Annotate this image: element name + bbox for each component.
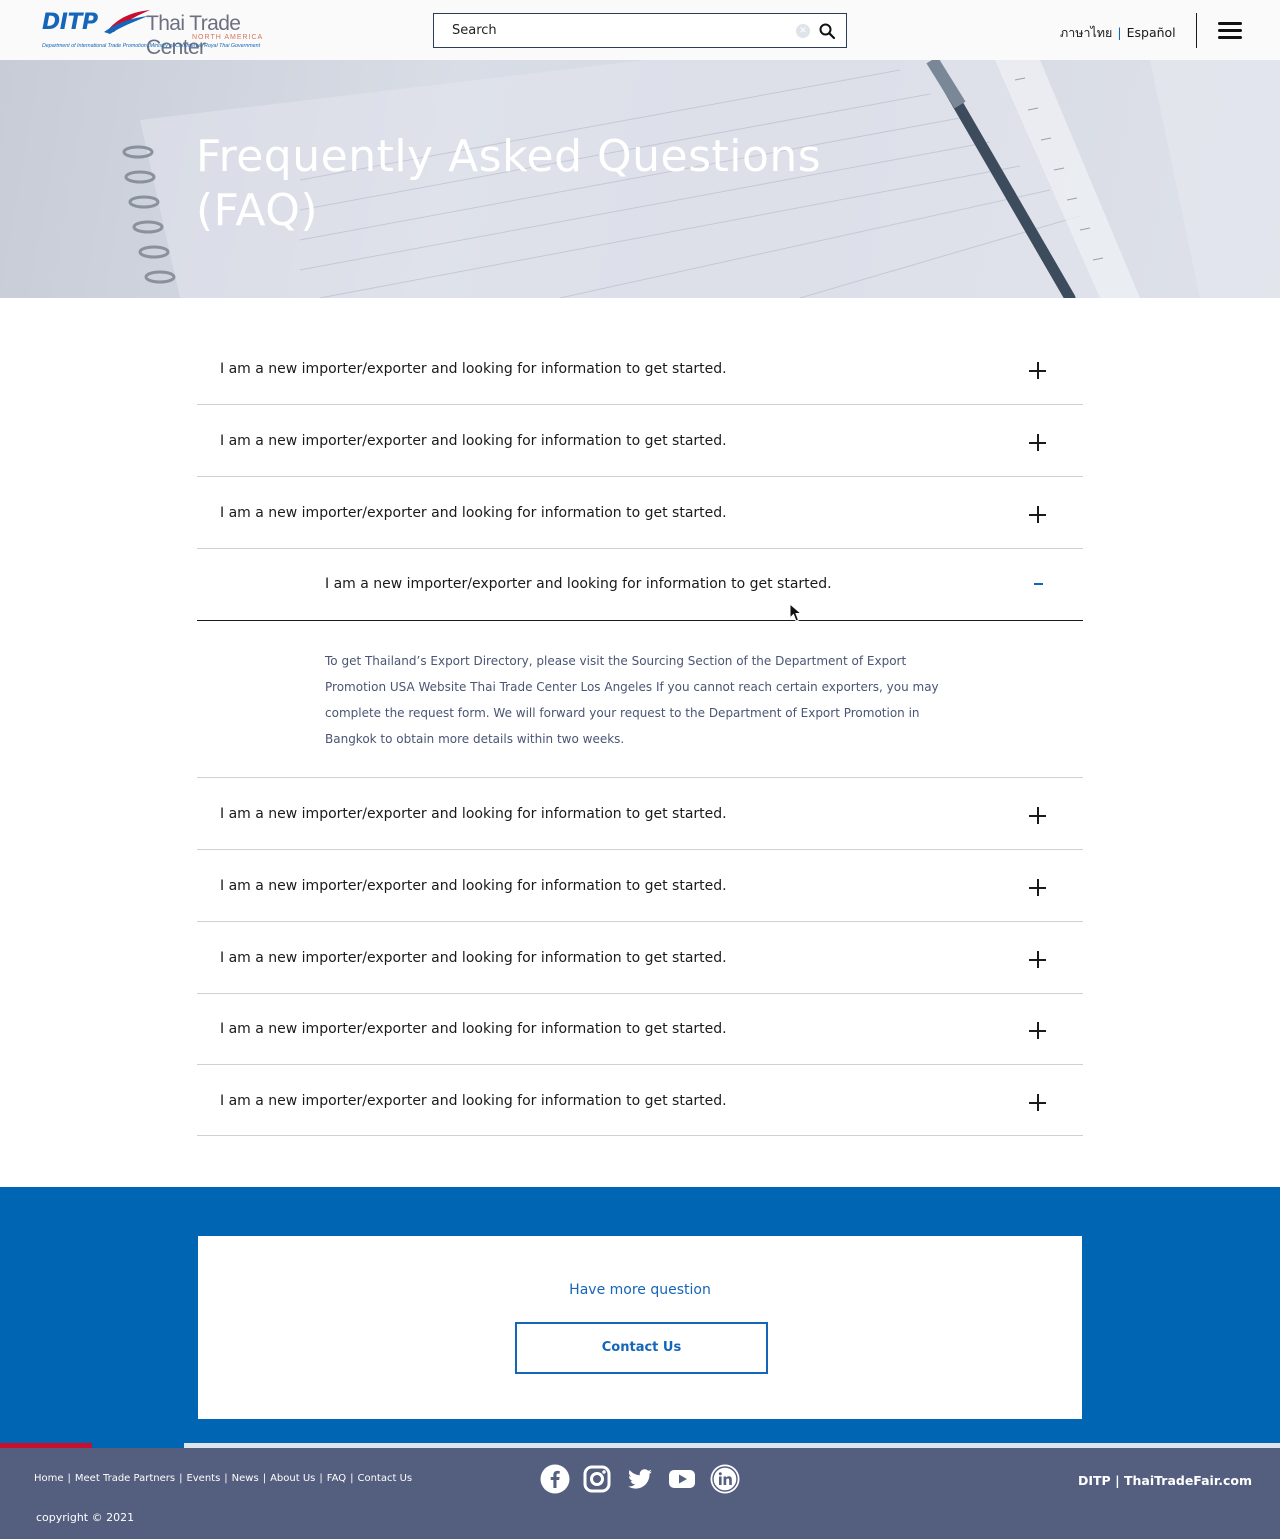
- faq-item[interactable]: I am a new importer/exporter and looking…: [197, 922, 1083, 994]
- header-divider: [1196, 13, 1197, 48]
- footer-link-meet-trade-partners[interactable]: Meet Trade Partners: [75, 1473, 175, 1484]
- contact-us-button[interactable]: Contact Us: [515, 1322, 768, 1374]
- expand-plus-icon[interactable]: [1029, 951, 1047, 969]
- faq-question: I am a new importer/exporter and looking…: [325, 576, 832, 592]
- page-title-line2: (FAQ): [196, 184, 319, 236]
- instagram-icon[interactable]: [582, 1464, 612, 1494]
- language-switcher: ภาษาไทย | Español: [1060, 23, 1176, 43]
- footer-link-faq[interactable]: FAQ: [327, 1473, 346, 1484]
- footer-nav: Home | Meet Trade Partners | Events | News | Abo…: [34, 1473, 413, 1484]
- footer-link-contact-us[interactable]: Contact Us: [357, 1473, 412, 1484]
- footer-link-home[interactable]: Home: [34, 1473, 64, 1484]
- faq-question: I am a new importer/exporter and looking…: [220, 950, 727, 966]
- ditp-logo[interactable]: DITP Thai Trade Center NORTH AMERICA Dep…: [42, 8, 302, 59]
- page-title-line1: Frequently Asked Questions: [196, 131, 822, 182]
- linkedin-icon[interactable]: [710, 1464, 740, 1494]
- faq-item-expanded: I am a new importer/exporter and looking…: [197, 549, 1083, 778]
- expand-plus-icon[interactable]: [1029, 879, 1047, 897]
- site-header: DITP Thai Trade Center NORTH AMERICA Dep…: [0, 0, 1280, 60]
- expand-plus-icon[interactable]: [1029, 807, 1047, 825]
- search-icon[interactable]: [818, 22, 836, 40]
- logo-region-text: NORTH AMERICA: [192, 34, 264, 41]
- lang-separator: |: [1117, 25, 1122, 40]
- faq-item[interactable]: I am a new importer/exporter and looking…: [197, 477, 1083, 549]
- faq-item[interactable]: I am a new importer/exporter and looking…: [197, 333, 1083, 405]
- footer-link-about-us[interactable]: About Us: [270, 1473, 315, 1484]
- expand-plus-icon[interactable]: [1029, 1094, 1047, 1112]
- faq-question: I am a new importer/exporter and looking…: [220, 1093, 727, 1109]
- faq-question: I am a new importer/exporter and looking…: [220, 878, 727, 894]
- collapse-minus-icon[interactable]: [1034, 583, 1043, 585]
- footer-link-news[interactable]: News: [232, 1473, 259, 1484]
- lang-spanish-link[interactable]: Español: [1127, 25, 1176, 40]
- page-title: Frequently Asked Questions (FAQ): [196, 130, 896, 237]
- hero-banner: Frequently Asked Questions (FAQ): [0, 60, 1280, 298]
- search-box: ✕: [433, 13, 847, 48]
- faq-question: I am a new importer/exporter and looking…: [220, 1021, 727, 1037]
- faq-question: I am a new importer/exporter and looking…: [220, 433, 727, 449]
- faq-question: I am a new importer/exporter and looking…: [220, 806, 727, 822]
- footer-brand[interactable]: DITP | ThaiTradeFair.com: [1078, 1473, 1252, 1488]
- site-footer: Home | Meet Trade Partners | Events | News | Abo…: [0, 1448, 1280, 1539]
- search-input[interactable]: [452, 14, 782, 47]
- faq-item[interactable]: I am a new importer/exporter and looking…: [197, 1065, 1083, 1136]
- expand-plus-icon[interactable]: [1029, 362, 1047, 380]
- logo-swoosh-icon: [104, 10, 150, 34]
- contact-card: Have more question Contact Us: [198, 1236, 1082, 1419]
- lang-thai-link[interactable]: ภาษาไทย: [1060, 25, 1112, 40]
- faq-item[interactable]: I am a new importer/exporter and looking…: [197, 405, 1083, 477]
- twitter-icon[interactable]: [625, 1464, 655, 1494]
- more-question-text: Have more question: [569, 1282, 711, 1298]
- logo-tagline: Department of International Trade Promot…: [42, 43, 261, 49]
- faq-question: I am a new importer/exporter and looking…: [220, 361, 727, 377]
- expand-plus-icon[interactable]: [1029, 1022, 1047, 1040]
- clear-search-icon[interactable]: ✕: [796, 24, 810, 38]
- faq-question: I am a new importer/exporter and looking…: [220, 505, 727, 521]
- faq-answer: To get Thailand’s Export Directory, plea…: [325, 654, 939, 746]
- expand-plus-icon[interactable]: [1029, 434, 1047, 452]
- faq-list: I am a new importer/exporter and looking…: [197, 333, 1083, 1136]
- faq-item[interactable]: I am a new importer/exporter and looking…: [197, 778, 1083, 850]
- youtube-icon[interactable]: [667, 1464, 697, 1494]
- hamburger-menu-icon[interactable]: [1218, 22, 1242, 39]
- mouse-pointer-icon: [789, 603, 803, 622]
- copyright-text: copyright © 2021: [36, 1511, 135, 1524]
- footer-link-events[interactable]: Events: [186, 1473, 220, 1484]
- faq-item[interactable]: I am a new importer/exporter and looking…: [197, 994, 1083, 1065]
- contact-band: Have more question Contact Us: [0, 1187, 1280, 1448]
- faq-question-row[interactable]: I am a new importer/exporter and looking…: [197, 549, 1083, 621]
- logo-ditp-text: DITP: [42, 10, 98, 35]
- facebook-icon[interactable]: [540, 1464, 570, 1494]
- faq-item[interactable]: I am a new importer/exporter and looking…: [197, 850, 1083, 922]
- expand-plus-icon[interactable]: [1029, 506, 1047, 524]
